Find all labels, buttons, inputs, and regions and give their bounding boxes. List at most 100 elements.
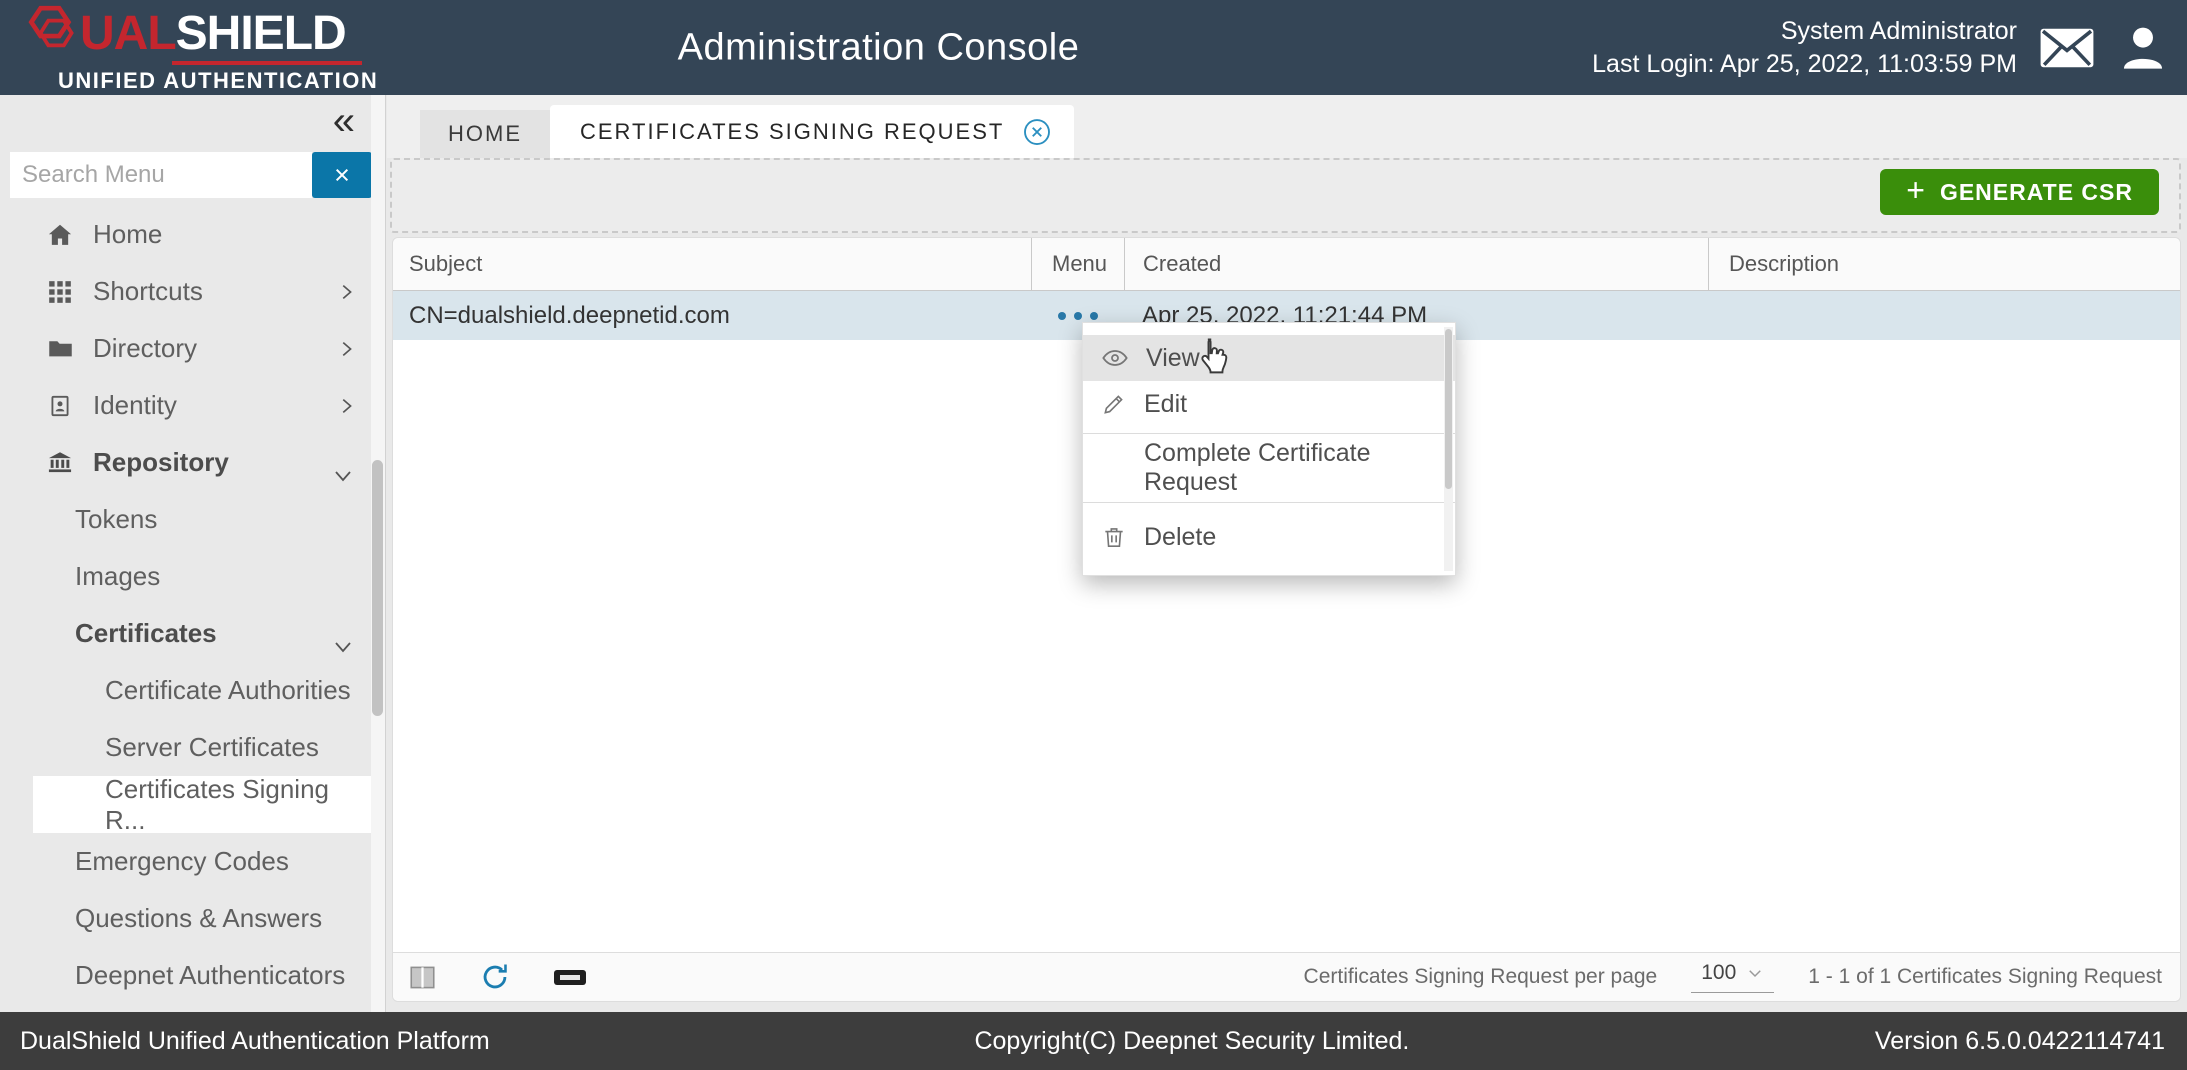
mail-icon[interactable] — [2037, 24, 2097, 72]
generate-csr-label: GENERATE CSR — [1940, 179, 2133, 206]
column-picker-icon[interactable] — [409, 964, 436, 991]
sidebar-item-identity[interactable]: Identity — [0, 377, 371, 434]
status-platform-name: DualShield Unified Authentication Platfo… — [20, 1027, 490, 1056]
menu-item-label: View — [1146, 344, 1200, 373]
menu-item-complete-certificate-request[interactable]: Complete Certificate Request — [1083, 440, 1455, 496]
sidebar-item-directory[interactable]: Directory — [0, 320, 371, 377]
tab-bar: HOME CERTIFICATES SIGNING REQUEST — [387, 95, 2187, 158]
per-page-label: Certificates Signing Request per page — [1304, 965, 1658, 989]
sidebar-item-label: Server Certificates — [105, 732, 319, 763]
home-icon — [44, 221, 76, 249]
menu-scrollbar-thumb[interactable] — [1445, 329, 1452, 489]
status-bar: DualShield Unified Authentication Platfo… — [0, 1012, 2187, 1070]
menu-dot — [1058, 312, 1066, 320]
sidebar-item-label: Deepnet Authenticators — [75, 960, 345, 991]
pagination-range: 1 - 1 of 1 Certificates Signing Request — [1808, 965, 2162, 989]
tab-label: CERTIFICATES SIGNING REQUEST — [580, 119, 1004, 145]
sidebar-scrollbar — [371, 95, 385, 1012]
logo-word-shield: SHIELD — [176, 6, 346, 61]
row-menu-dots[interactable] — [1031, 312, 1124, 320]
sidebar-item-images[interactable]: Images — [0, 548, 371, 605]
sidebar-item-certificates[interactable]: Certificates — [0, 605, 371, 662]
tab-home[interactable]: HOME — [420, 110, 550, 158]
sidebar-item-certificates-signing-request[interactable]: Certificates Signing R... — [33, 776, 371, 833]
sidebar-item-label: Certificates — [75, 618, 217, 649]
page-title: Administration Console — [678, 26, 1080, 69]
user-avatar-icon[interactable] — [2117, 22, 2169, 74]
sidebar-item-server-certificates[interactable]: Server Certificates — [0, 719, 371, 776]
id-card-icon — [44, 393, 76, 419]
logo-red-rule — [172, 61, 362, 65]
logo-subtitle: UNIFIED AUTHENTICATION — [58, 68, 372, 94]
sidebar-search: × — [10, 152, 372, 198]
bank-icon — [44, 449, 76, 477]
sidebar: « × Home Shortcuts — [0, 95, 386, 1012]
sidebar-nav: Home Shortcuts Directory — [0, 206, 371, 1004]
user-info: System Administrator Last Login: Apr 25,… — [1592, 15, 2017, 81]
chevron-right-icon — [335, 281, 357, 303]
sidebar-item-emergency-codes[interactable]: Emergency Codes — [0, 833, 371, 890]
sidebar-item-deepnet-authenticators[interactable]: Deepnet Authenticators — [0, 947, 371, 1004]
sidebar-item-label: Home — [93, 219, 162, 250]
sidebar-item-label: Certificate Authorities — [105, 675, 351, 706]
sidebar-item-label: Emergency Codes — [75, 846, 289, 877]
folder-icon — [44, 335, 76, 362]
tab-certificates-signing-request[interactable]: CERTIFICATES SIGNING REQUEST — [550, 105, 1074, 158]
status-copyright: Copyright(C) Deepnet Security Limited. — [974, 1027, 1409, 1056]
chevron-down-icon — [331, 464, 355, 488]
per-page-select[interactable]: 100 — [1691, 961, 1774, 993]
per-page-value: 100 — [1701, 961, 1736, 985]
last-login: Last Login: Apr 25, 2022, 11:03:59 PM — [1592, 48, 2017, 81]
column-header-created[interactable]: Created — [1124, 238, 1708, 290]
menu-separator — [1083, 433, 1455, 434]
refresh-icon[interactable] — [478, 960, 512, 994]
cell-subject: CN=dualshield.deepnetid.com — [393, 302, 1031, 330]
column-header-menu[interactable]: Menu — [1031, 238, 1124, 290]
column-header-description[interactable]: Description — [1708, 238, 2180, 290]
sidebar-item-label: Images — [75, 561, 160, 592]
pencil-icon — [1101, 391, 1127, 417]
menu-item-label: Edit — [1144, 390, 1187, 419]
menu-item-delete[interactable]: Delete — [1083, 509, 1455, 565]
sidebar-item-repository[interactable]: Repository — [0, 434, 371, 491]
sidebar-scrollbar-thumb[interactable] — [372, 460, 383, 716]
grid-footer: Certificates Signing Request per page 10… — [393, 952, 2180, 1001]
sidebar-item-label: Repository — [93, 447, 229, 478]
dualshield-shield-icon — [22, 2, 84, 64]
app-header: UALSHIELD UNIFIED AUTHENTICATION Adminis… — [0, 0, 2187, 95]
sidebar-item-tokens[interactable]: Tokens — [0, 491, 371, 548]
horizontal-scrollbar-thumb[interactable] — [554, 970, 586, 985]
grid-icon — [44, 279, 76, 305]
tab-close-icon[interactable] — [1022, 117, 1052, 147]
user-name: System Administrator — [1592, 15, 2017, 48]
chevron-down-icon — [331, 635, 355, 659]
search-input[interactable] — [10, 152, 312, 198]
sidebar-item-label: Certificates Signing R... — [105, 774, 371, 836]
dualshield-logo: UALSHIELD UNIFIED AUTHENTICATION — [22, 6, 372, 94]
menu-scrollbar — [1444, 327, 1453, 571]
sidebar-item-questions-answers[interactable]: Questions & Answers — [0, 890, 371, 947]
menu-item-label: Delete — [1144, 523, 1216, 552]
chevron-right-icon — [335, 395, 357, 417]
sidebar-item-home[interactable]: Home — [0, 206, 371, 263]
menu-item-view[interactable]: View — [1083, 335, 1455, 381]
chevron-right-icon — [335, 338, 357, 360]
menu-item-edit[interactable]: Edit — [1083, 381, 1455, 427]
sidebar-item-shortcuts[interactable]: Shortcuts — [0, 263, 371, 320]
sidebar-item-label: Questions & Answers — [75, 903, 322, 934]
column-header-subject[interactable]: Subject — [393, 238, 1031, 290]
plus-icon: + — [1906, 174, 1926, 206]
menu-dot — [1090, 312, 1098, 320]
search-clear-button[interactable]: × — [312, 152, 372, 198]
sidebar-item-label: Shortcuts — [93, 276, 203, 307]
sidebar-item-certificate-authorities[interactable]: Certificate Authorities — [0, 662, 371, 719]
eye-icon — [1101, 344, 1129, 372]
grid-header-row: Subject Menu Created Description — [393, 238, 2180, 291]
chevron-down-icon — [1746, 964, 1764, 982]
sidebar-item-label: Tokens — [75, 504, 157, 535]
sidebar-item-label: Directory — [93, 333, 197, 364]
trash-icon — [1101, 524, 1127, 550]
generate-csr-button[interactable]: + GENERATE CSR — [1880, 169, 2159, 215]
sidebar-collapse-icon[interactable]: « — [333, 101, 355, 141]
sidebar-item-label: Identity — [93, 390, 177, 421]
